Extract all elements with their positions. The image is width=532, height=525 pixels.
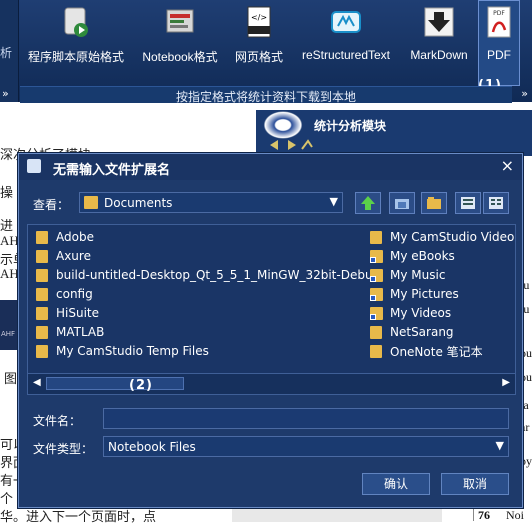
ribbon-button-label: MarkDown <box>410 48 468 62</box>
list-item[interactable]: My Music <box>370 266 445 284</box>
close-icon[interactable]: × <box>501 156 514 175</box>
pdf-icon: PDF <box>487 6 511 38</box>
list-item[interactable]: My Pictures <box>370 285 459 303</box>
bg-text-line: 华。进入下一个页面时，点 <box>0 509 157 524</box>
ribbon-button-label: Notebook格式 <box>142 50 218 64</box>
bg-text-line: 个 <box>0 491 14 506</box>
chevron-down-icon: ▼ <box>495 439 504 452</box>
panel-title: 统计分析模块 <box>314 119 387 133</box>
filetype-label: 文件类型： <box>33 442 94 456</box>
bg-text-line: 进 <box>0 218 14 233</box>
folder-icon <box>370 325 382 339</box>
bg-text-line: 操 <box>0 185 14 200</box>
folder-icon <box>36 325 48 339</box>
scrollbar-thumb[interactable] <box>46 377 184 390</box>
bg-text-line: AH <box>0 266 19 281</box>
up-folder-button[interactable] <box>355 192 381 214</box>
look-in-value: Documents <box>104 196 173 210</box>
script-format-button[interactable]: 程序脚本原始格式 <box>24 4 128 84</box>
shortcut-folder-icon <box>370 268 383 282</box>
ribbon-button-label: PDF <box>487 48 511 62</box>
folder-icon <box>84 196 98 209</box>
shortcut-folder-icon <box>370 287 383 301</box>
list-view-button[interactable] <box>455 192 481 214</box>
list-item[interactable]: My Videos <box>370 304 451 322</box>
dialog-title: 无需输入文件扩展名 <box>53 163 171 178</box>
cancel-button[interactable]: 取消 <box>441 473 509 495</box>
look-in-select[interactable]: Documents ▼ <box>79 192 343 213</box>
panel-toolbar-icons[interactable] <box>268 138 328 152</box>
filetype-select[interactable]: Notebook Files ▼ <box>103 436 509 457</box>
rst-format-button[interactable]: reStructuredText <box>294 4 398 84</box>
scroll-right-icon[interactable]: ▶ <box>502 377 510 388</box>
new-folder-button[interactable] <box>421 192 447 214</box>
bg-text-line: 图 <box>4 371 18 386</box>
folder-icon <box>36 344 48 358</box>
details-view-button[interactable] <box>483 192 509 214</box>
svg-text:PDF: PDF <box>493 10 505 17</box>
folder-icon <box>370 344 382 358</box>
look-in-label: 查看： <box>33 198 70 212</box>
list-item[interactable]: OneNote 笔记本 <box>370 342 483 360</box>
ribbon-group-footer: 按指定格式将统计资料下载到本地 » <box>20 86 528 104</box>
pdf-button-content: PDF PDF <box>480 4 518 84</box>
home-folder-button[interactable] <box>389 192 415 214</box>
rst-icon <box>331 11 361 33</box>
folder-icon <box>36 287 48 301</box>
ribbon-button-label: reStructuredText <box>301 48 391 62</box>
ribbon-left-label: 析 <box>0 46 13 60</box>
folder-icon <box>36 306 48 320</box>
folder-icon <box>370 230 382 244</box>
new-folder-icon <box>427 197 441 209</box>
dialog-titlebar: 无需输入文件扩展名 × <box>19 154 522 180</box>
filename-input[interactable] <box>103 408 509 429</box>
bg-text-line: AH <box>0 233 19 248</box>
up-arrow-icon <box>361 196 375 210</box>
list-item[interactable]: build-untitled-Desktop_Qt_5_5_1_MinGW_32… <box>36 266 380 284</box>
bg-thumbnail: AHF <box>0 300 18 350</box>
list-item[interactable]: MATLAB <box>36 323 104 341</box>
ribbon-left-group: 析 » <box>0 0 19 102</box>
annotation-marker: (2) <box>129 378 153 393</box>
list-item[interactable]: Axure <box>36 247 91 265</box>
svg-text:</>: </> <box>251 13 267 22</box>
html-format-button[interactable]: </> 网页格式 <box>230 4 288 84</box>
list-item[interactable]: My CamStudio Video <box>370 228 514 246</box>
filetype-value: Notebook Files <box>108 440 196 454</box>
html-icon: </> <box>247 6 271 38</box>
folder-icon <box>36 230 48 244</box>
home-folder-icon <box>395 199 409 209</box>
folder-icon <box>36 268 48 282</box>
ribbon-button-label: 网页格式 <box>234 50 283 64</box>
download-arrow-icon <box>424 7 454 37</box>
confirm-button[interactable]: 确认 <box>362 473 430 495</box>
ribbon-group-caption: 按指定格式将统计资料下载到本地 <box>175 90 356 104</box>
chevron-right-icon[interactable]: » <box>2 87 9 100</box>
list-item[interactable]: Adobe <box>36 228 94 246</box>
scroll-left-icon[interactable]: ◀ <box>33 377 41 388</box>
filename-label: 文件名： <box>33 414 82 428</box>
list-item[interactable]: My CamStudio Temp Files <box>36 342 209 360</box>
notebook-icon <box>166 9 194 33</box>
ribbon-button-label: 程序脚本原始格式 <box>27 50 124 64</box>
shortcut-folder-icon <box>370 249 383 263</box>
chevron-down-icon: ▼ <box>329 195 338 208</box>
list-item[interactable]: HiSuite <box>36 304 99 322</box>
list-item[interactable]: My eBooks <box>370 247 455 265</box>
module-logo-icon <box>262 110 304 140</box>
horizontal-scrollbar[interactable]: ◀ ▶ <box>28 373 515 394</box>
file-list[interactable]: Adobe Axure build-untitled-Desktop_Qt_5_… <box>27 224 516 395</box>
shortcut-folder-icon <box>370 306 383 320</box>
notebook-format-button[interactable]: Notebook格式 <box>132 4 228 84</box>
list-view-icon <box>461 197 475 209</box>
script-icon <box>64 7 88 37</box>
list-item[interactable]: config <box>36 285 93 303</box>
java-icon <box>27 159 41 173</box>
details-view-icon <box>489 197 503 209</box>
chevron-right-icon[interactable]: » <box>521 87 528 100</box>
list-item[interactable]: NetSarang <box>370 323 454 341</box>
save-file-dialog: 无需输入文件扩展名 × 查看： Documents ▼ Adobe Axure … <box>18 153 523 508</box>
folder-icon <box>36 249 48 263</box>
markdown-format-button[interactable]: MarkDown <box>404 4 474 84</box>
